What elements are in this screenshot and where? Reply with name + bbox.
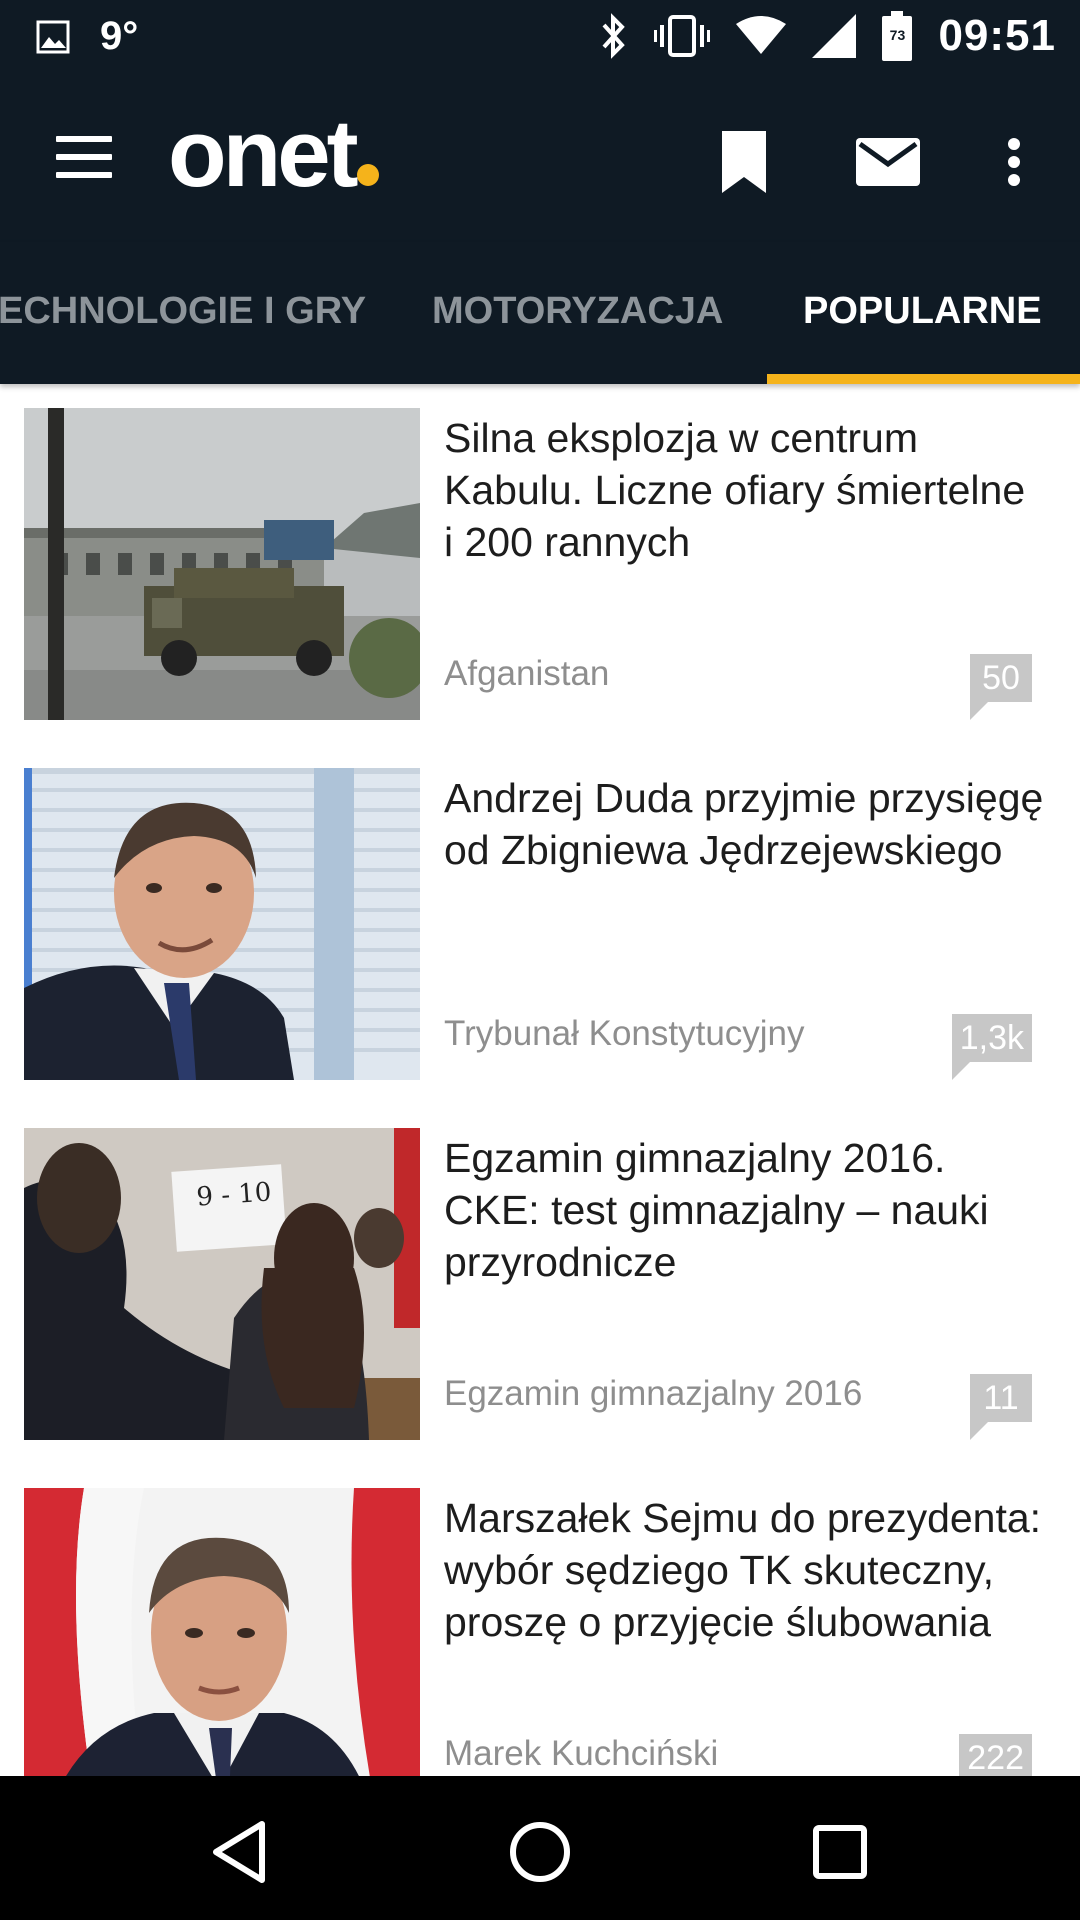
more-vert-icon[interactable] (972, 120, 1056, 204)
back-icon[interactable] (200, 1812, 280, 1892)
temperature-label: 9° (100, 14, 139, 58)
battery-level: 73 (889, 27, 906, 43)
news-item[interactable]: Andrzej Duda przyjmie przysięgę od Zbign… (0, 744, 1080, 1104)
news-item[interactable]: Silna eksplozja w centrum Kabulu. Liczne… (0, 384, 1080, 744)
system-navigation-bar (0, 1776, 1080, 1920)
active-tab-indicator (767, 374, 1080, 384)
article-thumbnail[interactable] (24, 408, 420, 720)
article-category[interactable]: Trybunał Konstytucyjny (444, 1014, 805, 1054)
status-bar-left: 9° (36, 14, 138, 59)
article-category[interactable]: Egzamin gimnazjalny 2016 (444, 1374, 862, 1414)
bookmark-icon[interactable] (702, 120, 786, 204)
tab-popularne[interactable]: POPULARNE (803, 290, 1042, 333)
article-headline[interactable]: Marszałek Sejmu do prezydenta: wybór sęd… (444, 1492, 1044, 1648)
image-icon (36, 20, 70, 54)
home-icon[interactable] (500, 1812, 580, 1892)
onet-logo[interactable]: onet (168, 106, 379, 202)
tab-motoryzacja[interactable]: MOTORYZACJA (432, 290, 723, 333)
comment-count-badge[interactable]: 50 (970, 654, 1032, 720)
battery-icon: 73 (882, 11, 913, 61)
article-thumbnail[interactable] (24, 768, 420, 1080)
news-feed[interactable]: Silna eksplozja w centrum Kabulu. Liczne… (0, 384, 1080, 1776)
comment-count-badge[interactable]: 1,3k (951, 1014, 1032, 1080)
article-category[interactable]: Marek Kuchciński (444, 1734, 718, 1774)
news-item[interactable]: Marszałek Sejmu do prezydenta: wybór sęd… (0, 1464, 1080, 1776)
category-tabs: ECHNOLOGIE I GRY MOTORYZACJA POPULARNE (0, 242, 1080, 384)
signal-icon (812, 14, 857, 58)
article-thumbnail[interactable] (24, 1488, 420, 1776)
comment-count-badge[interactable]: 222 (959, 1734, 1032, 1776)
tab-technologie-i-gry[interactable]: ECHNOLOGIE I GRY (0, 290, 366, 333)
recents-icon[interactable] (800, 1812, 880, 1892)
article-headline[interactable]: Silna eksplozja w centrum Kabulu. Liczne… (444, 412, 1044, 568)
logo-text: onet (168, 100, 359, 207)
article-headline[interactable]: Andrzej Duda przyjmie przysięgę od Zbign… (444, 772, 1044, 876)
bluetooth-icon (598, 13, 628, 59)
app-bar: onet (0, 72, 1080, 242)
comment-count-badge[interactable]: 11 (970, 1374, 1032, 1440)
vibrate-icon (654, 13, 711, 59)
article-thumbnail[interactable]: 9 - 10 (24, 1128, 420, 1440)
menu-icon[interactable] (40, 122, 128, 192)
mail-icon[interactable] (846, 120, 930, 204)
logo-dot (356, 164, 379, 186)
wifi-icon (736, 16, 787, 56)
status-bar-right: 73 09:51 (598, 10, 1056, 62)
status-bar: 9° 73 09:51 (0, 0, 1080, 72)
clock: 09:51 (938, 11, 1056, 60)
article-headline[interactable]: Egzamin gimnazjalny 2016. CKE: test gimn… (444, 1132, 1044, 1288)
article-category[interactable]: Afganistan (444, 654, 609, 694)
news-item[interactable]: 9 - 10 Egzamin gimnazjalny 2016. CKE: te… (0, 1104, 1080, 1464)
